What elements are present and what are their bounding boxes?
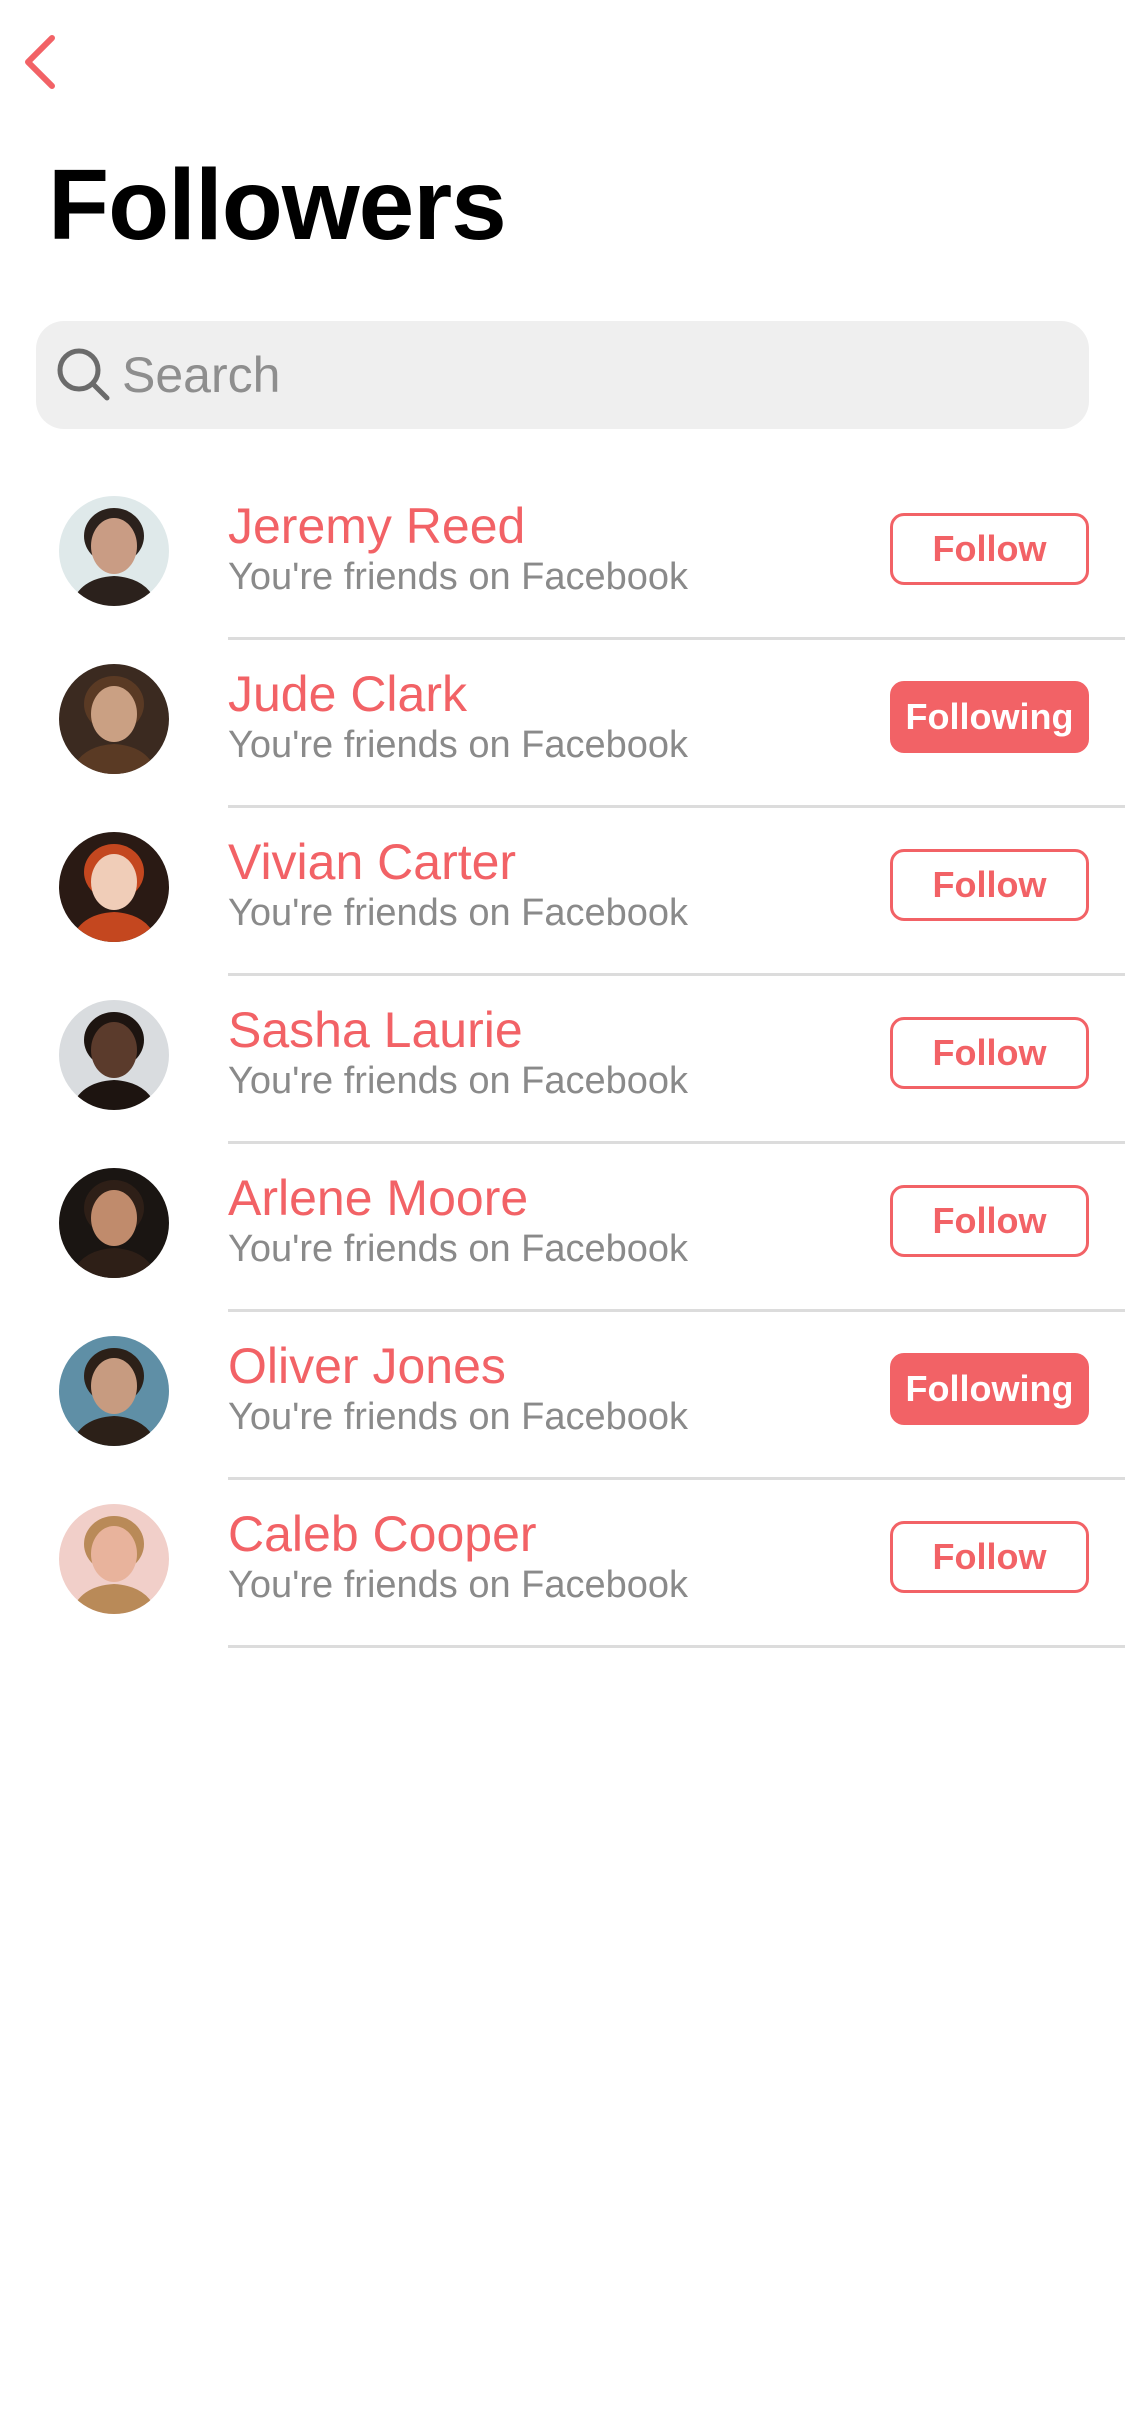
- list-item-7[interactable]: Caleb Cooper You're friends on Facebook …: [0, 1480, 1125, 1648]
- following-button[interactable]: Following: [890, 681, 1089, 753]
- follower-name[interactable]: Caleb Cooper: [228, 1504, 537, 1564]
- follower-name[interactable]: Vivian Carter: [228, 832, 516, 892]
- following-button[interactable]: Following: [890, 1353, 1089, 1425]
- follower-subtitle: You're friends on Facebook: [228, 724, 689, 766]
- follower-name[interactable]: Sasha Laurie: [228, 1000, 523, 1060]
- follower-name[interactable]: Arlene Moore: [228, 1168, 528, 1228]
- follower-name[interactable]: Oliver Jones: [228, 1336, 506, 1396]
- follower-subtitle: You're friends on Facebook: [228, 1564, 689, 1606]
- follow-button[interactable]: Follow: [890, 1521, 1089, 1593]
- list-item-5[interactable]: Arlene Moore You're friends on Facebook …: [0, 1144, 1125, 1312]
- follow-button[interactable]: Follow: [890, 849, 1089, 921]
- follower-name[interactable]: Jude Clark: [228, 664, 467, 724]
- search-bar[interactable]: [36, 321, 1089, 429]
- follow-button[interactable]: Follow: [890, 1185, 1089, 1257]
- list-item-2[interactable]: Jude Clark You're friends on Facebook Fo…: [0, 640, 1125, 808]
- avatar[interactable]: [59, 1168, 169, 1278]
- chevron-left-icon: [22, 34, 58, 95]
- avatar[interactable]: [59, 1336, 169, 1446]
- list-item-3[interactable]: Vivian Carter You're friends on Facebook…: [0, 808, 1125, 976]
- avatar[interactable]: [59, 1000, 169, 1110]
- list-item-1[interactable]: Jeremy Reed You're friends on Facebook F…: [0, 472, 1125, 640]
- avatar[interactable]: [59, 496, 169, 606]
- list-item-6[interactable]: Oliver Jones You're friends on Facebook …: [0, 1312, 1125, 1480]
- avatar[interactable]: [59, 664, 169, 774]
- follower-name[interactable]: Jeremy Reed: [228, 496, 525, 556]
- follower-subtitle: You're friends on Facebook: [228, 1396, 689, 1438]
- follower-subtitle: You're friends on Facebook: [228, 1060, 689, 1102]
- search-icon: [56, 347, 112, 403]
- avatar[interactable]: [59, 832, 169, 942]
- back-button[interactable]: [18, 30, 62, 98]
- follower-subtitle: You're friends on Facebook: [228, 1228, 689, 1270]
- page-title: Followers: [48, 149, 507, 261]
- avatar[interactable]: [59, 1504, 169, 1614]
- follower-subtitle: You're friends on Facebook: [228, 556, 689, 598]
- list-item-4[interactable]: Sasha Laurie You're friends on Facebook …: [0, 976, 1125, 1144]
- follow-button[interactable]: Follow: [890, 1017, 1089, 1089]
- follow-button[interactable]: Follow: [890, 513, 1089, 585]
- search-input[interactable]: [122, 335, 1022, 415]
- divider: [228, 1645, 1125, 1648]
- follower-list: Jeremy Reed You're friends on Facebook F…: [0, 472, 1125, 1648]
- follower-subtitle: You're friends on Facebook: [228, 892, 689, 934]
